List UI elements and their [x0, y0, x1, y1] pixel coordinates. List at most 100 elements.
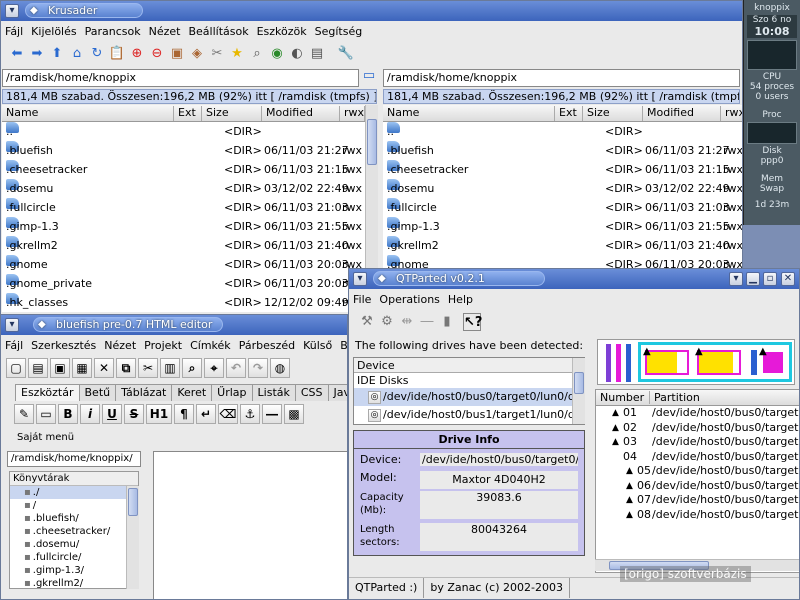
italic-button[interactable]: i	[80, 404, 100, 424]
copy-icon[interactable]: ⧉	[116, 358, 136, 378]
cut-icon[interactable]: ✂	[138, 358, 158, 378]
file-row[interactable]: .fullcircle <DIR> 06/11/03 21:03 rwx	[2, 198, 365, 217]
clear-icon[interactable]: ⌫	[218, 404, 238, 424]
partition-slot-1[interactable]: ▲	[643, 346, 689, 375]
bold-button[interactable]: B	[58, 404, 78, 424]
partition-row[interactable]: ▲ 08/dev/ide/host0/bus0/target0/lu	[596, 508, 799, 523]
partition-row[interactable]: 04/dev/ide/host0/bus0/target0/lu	[596, 450, 799, 465]
menu-szerkesztes[interactable]: Szerkesztés	[27, 337, 100, 353]
back-icon[interactable]: ⬅	[8, 45, 26, 63]
window-menu-button[interactable]: ▾	[353, 272, 367, 286]
strike-button[interactable]: S	[124, 404, 144, 424]
delete-icon[interactable]: ▮	[438, 313, 456, 331]
menu-operations[interactable]: Operations	[375, 291, 443, 307]
disk-bar-2[interactable]	[616, 344, 621, 382]
anchor-icon[interactable]: ⚓	[240, 404, 260, 424]
remove-icon[interactable]: ⊖	[148, 45, 166, 63]
menu-segitseg[interactable]: Segítség	[311, 23, 367, 39]
sync-icon[interactable]: ◉	[268, 45, 286, 63]
undo-icon[interactable]: ↶	[226, 358, 246, 378]
move-icon[interactable]: ―	[418, 313, 436, 331]
check-icon[interactable]: ⚙	[378, 313, 396, 331]
property-icon[interactable]: ⚒	[358, 313, 376, 331]
disk-bar-1[interactable]	[606, 344, 611, 382]
left-path-input[interactable]: /ramdisk/home/knoppix	[2, 69, 359, 87]
package-icon[interactable]: ▣	[168, 45, 186, 63]
forward-icon[interactable]: ➡	[28, 45, 46, 63]
left-scroll-thumb[interactable]	[367, 119, 377, 165]
drive-item-selected[interactable]: ◎/dev/ide/host0/bus0/target0/lun0/disc	[354, 388, 584, 406]
body-icon[interactable]: ▭	[36, 404, 56, 424]
menu-fajl[interactable]: Fájl	[1, 23, 27, 39]
quickstart-icon[interactable]: ✎	[14, 404, 34, 424]
col-ext[interactable]: Ext	[174, 106, 202, 121]
drive-list-header[interactable]: Device	[354, 358, 584, 373]
underline-button[interactable]: U	[102, 404, 122, 424]
partition-slot-2[interactable]: ▲	[695, 346, 741, 375]
tree-item[interactable]: ▪ .fullcircle/	[10, 551, 138, 564]
find-icon[interactable]: ⌕	[182, 358, 202, 378]
save-as-icon[interactable]: ▦	[72, 358, 92, 378]
image-icon[interactable]: ▩	[284, 404, 304, 424]
menu-file[interactable]: File	[349, 291, 375, 307]
partition-row[interactable]: ▲ 05/dev/ide/host0/bus0/target0/lu	[596, 464, 799, 479]
partition-row[interactable]: ▲ 07/dev/ide/host0/bus0/target0/lu	[596, 493, 799, 508]
menu-cimkek[interactable]: Címkék	[186, 337, 235, 353]
drive-list-scroll-thumb[interactable]	[574, 372, 584, 394]
parent-dir-row[interactable]: .. <DIR>	[2, 122, 365, 141]
home-icon[interactable]: ⌂	[68, 45, 86, 63]
menu-nezet[interactable]: Nézet	[100, 337, 140, 353]
up-icon[interactable]: ⬆	[48, 45, 66, 63]
drive-item[interactable]: ◎/dev/ide/host0/bus1/target1/lun0/disc	[354, 406, 584, 424]
file-row[interactable]: .gimp-1.3 <DIR> 06/11/03 21:55 rwx	[383, 217, 742, 236]
tree-item[interactable]: ▪ /	[10, 499, 138, 512]
extended-partition[interactable]: ▲ ▲ ▲	[638, 342, 792, 382]
col-size[interactable]: Size	[202, 106, 262, 121]
left-panel-sync-icon[interactable]: ▭	[360, 67, 378, 85]
tree-header[interactable]: Könyvtárak	[10, 472, 138, 486]
file-row[interactable]: .dosemu <DIR> 03/12/02 22:49 rwx	[383, 179, 742, 198]
new-file-icon[interactable]: ▢	[6, 358, 26, 378]
file-row[interactable]: .bluefish <DIR> 06/11/03 21:27 rwx	[383, 141, 742, 160]
tab-urlap[interactable]: Űrlap	[211, 384, 253, 401]
unpack-icon[interactable]: ◈	[188, 45, 206, 63]
partition-slot-4[interactable]: ▲	[759, 346, 785, 375]
tab-eszkoztar[interactable]: Eszköztár	[15, 384, 80, 401]
shade-button[interactable]: ▾	[729, 272, 743, 286]
tab-tablazat[interactable]: Táblázat	[115, 384, 173, 401]
whatsthis-icon[interactable]: ↖?	[463, 313, 482, 331]
menu-eszkozok[interactable]: Eszközök	[253, 23, 311, 39]
file-row[interactable]: .cheesetracker <DIR> 06/11/03 21:15 rwx	[2, 160, 365, 179]
clipboard-icon[interactable]: 📋	[108, 45, 126, 63]
ide-disks-node[interactable]: IDE Disks	[354, 373, 584, 388]
tree-item[interactable]: ▪ ./	[10, 486, 138, 499]
file-row[interactable]: .fullcircle <DIR> 06/11/03 21:03 rwx	[383, 198, 742, 217]
minimize-button[interactable]: ▁	[746, 272, 760, 286]
right-path-input[interactable]: /ramdisk/home/knoppix	[383, 69, 740, 87]
col-partition[interactable]: Partition	[652, 391, 700, 404]
search-icon[interactable]: ⌕	[248, 45, 266, 63]
close-button[interactable]: ✕	[781, 272, 795, 286]
close-file-icon[interactable]: ✕	[94, 358, 114, 378]
settings-wrench-icon[interactable]: 🔧	[337, 45, 355, 63]
paste-icon[interactable]: ▥	[160, 358, 180, 378]
menu-kulso[interactable]: Külső	[299, 337, 336, 353]
file-row[interactable]: .gnome <DIR> 06/11/03 20:03 rwx	[2, 255, 365, 274]
mount-icon[interactable]: ◐	[288, 45, 306, 63]
tab-keret[interactable]: Keret	[171, 384, 213, 401]
file-row[interactable]: .bluefish <DIR> 06/11/03 21:27 rwx	[2, 141, 365, 160]
menu-kijeloles[interactable]: Kijelölés	[27, 23, 80, 39]
file-row[interactable]: .gkrellm2 <DIR> 06/11/03 21:40 rwx	[2, 236, 365, 255]
col-modified[interactable]: Modified	[262, 106, 340, 121]
col-name[interactable]: Name	[2, 106, 174, 121]
menu-parancsok[interactable]: Parancsok	[81, 23, 145, 39]
custom-menu[interactable]: Saját menü	[17, 432, 74, 443]
rule-icon[interactable]: ―	[262, 404, 282, 424]
partition-row[interactable]: ▲ 01/dev/ide/host0/bus0/target0/lu	[596, 406, 799, 421]
reload-icon[interactable]: ↻	[88, 45, 106, 63]
menu-nezet[interactable]: Nézet	[145, 23, 185, 39]
tree-scrollbar[interactable]	[126, 486, 139, 589]
open-file-icon[interactable]: ▤	[28, 358, 48, 378]
file-row[interactable]: .gkrellm2 <DIR> 06/11/03 21:40 rwx	[383, 236, 742, 255]
qtparted-title-bar[interactable]: ▾ ◆ QTParted v0.2.1 ▾ ▁ ▫ ✕	[349, 269, 799, 289]
